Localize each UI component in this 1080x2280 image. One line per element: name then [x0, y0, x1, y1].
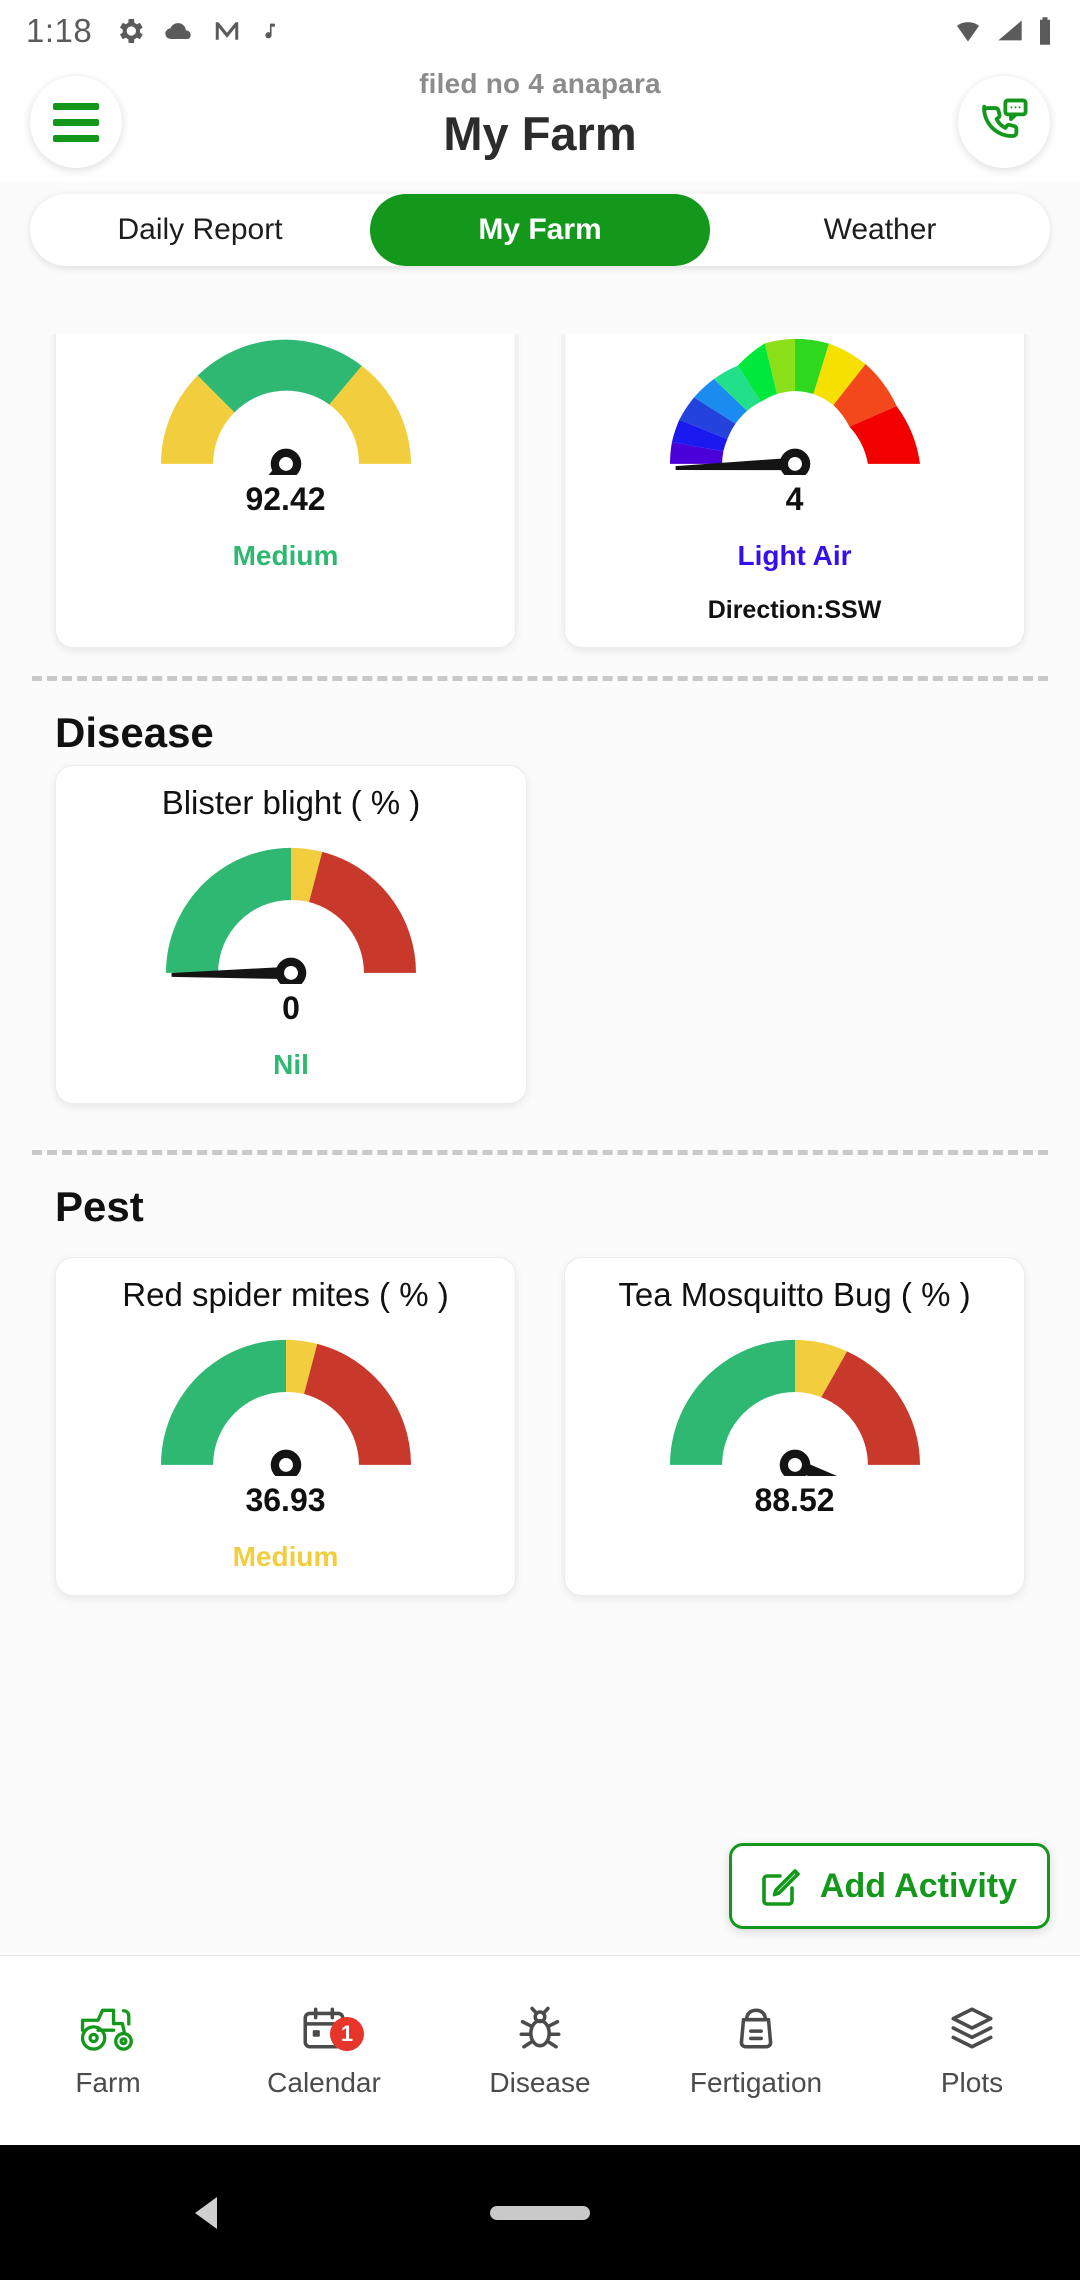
gauge-air-pressure	[160, 339, 411, 475]
nav-item-calendar[interactable]: 1 Calendar	[216, 2003, 432, 2099]
fertilizer-bag-icon	[739, 2008, 773, 2049]
gmail-icon	[215, 22, 239, 40]
back-chevron-icon[interactable]	[195, 2196, 217, 2229]
support-call-button[interactable]	[958, 76, 1050, 168]
nav-item-fertigation[interactable]: Fertigation	[648, 2003, 864, 2099]
status-bar: 1:18	[0, 0, 1080, 62]
gauge-wind-speed	[669, 338, 920, 475]
header-subtitle: filed no 4 anapara	[419, 68, 661, 99]
hamburger-menu-button[interactable]	[30, 76, 122, 168]
nav-item-farm[interactable]: Farm	[0, 2003, 216, 2099]
gauge-value: 36.93	[245, 1482, 326, 1518]
edit-pencil-icon	[762, 1869, 800, 1906]
wifi-icon	[956, 22, 980, 42]
home-pill-icon[interactable]	[490, 2205, 590, 2220]
tab-bar: Daily Report My Farm Weather	[30, 194, 1050, 266]
card-red-spider-mites[interactable]: Red spider mites ( % ) 36.93 Medium	[55, 1257, 516, 1596]
header-titles: filed no 4 anapara My Farm	[0, 68, 1080, 161]
tab-my-farm[interactable]: My Farm	[370, 194, 710, 266]
cloud-icon	[165, 23, 191, 40]
wind-direction: Direction:SSW	[707, 596, 882, 624]
layers-icon	[951, 2006, 993, 2049]
disease-card-row: Blister blight ( % ) 0 Nil	[0, 765, 1080, 1104]
gauge-status: Light Air	[737, 540, 852, 571]
card-title: Blister blight ( % )	[161, 784, 421, 821]
calendar-badge: 1	[330, 2016, 364, 2051]
nav-label: Fertigation	[689, 2066, 823, 2098]
app-header: filed no 4 anapara My Farm	[0, 62, 1080, 182]
hamburger-menu-icon	[53, 102, 99, 142]
tab-bar-wrapper: Daily Report My Farm Weather	[0, 182, 1080, 266]
card-title: Red spider mites ( % )	[122, 1276, 449, 1313]
card-tea-mosquitto-bug[interactable]: Tea Mosquitto Bug ( % ) 88.52	[564, 1257, 1025, 1596]
card-title: Tea Mosquitto Bug ( % )	[618, 1276, 971, 1313]
music-note-icon	[265, 23, 276, 39]
gauge-value: 92.42	[245, 481, 326, 517]
nav-label: Farm	[75, 2066, 141, 2098]
android-navigation-bar	[0, 2145, 1080, 2280]
add-activity-label: Add Activity	[819, 1866, 1017, 1905]
gauge-value: 4	[785, 481, 804, 517]
phone-chat-icon	[982, 98, 1028, 138]
bottom-navigation-bar: Farm 1 Calendar Disease Fertigation Plot…	[0, 1955, 1080, 2145]
tab-weather[interactable]: Weather	[710, 194, 1050, 266]
pest-card-row: Red spider mites ( % ) 36.93 Medium Tea …	[0, 1257, 1080, 1596]
card-wind-speed[interactable]: Wind Speed ( kmph )	[564, 334, 1025, 648]
card-air-pressure[interactable]: Air Pressure ( kPa ) 92.42 Medium	[55, 334, 516, 648]
gauge-tea-mosquitto-bug	[669, 1339, 920, 1476]
main-content-scroll[interactable]: Air Pressure ( kPa ) 92.42 Medium Wind S…	[0, 334, 1080, 1955]
status-bar-system-icons	[952, 16, 1054, 46]
gauge-value: 0	[282, 990, 300, 1026]
app-screen: 1:18 filed no 4 anapara My Farm Daily Re…	[0, 0, 1080, 2280]
gear-icon	[120, 19, 143, 43]
battery-icon	[1040, 17, 1050, 45]
gauge-red-spider-mites	[160, 1339, 411, 1476]
status-bar-notification-icons	[114, 15, 280, 47]
gauge-status: Medium	[232, 1541, 339, 1572]
gauge-blister-blight	[166, 847, 416, 984]
page-title: My Farm	[443, 107, 637, 160]
tractor-icon	[80, 2008, 133, 2051]
gauge-status: Medium	[232, 540, 339, 571]
section-title-pest: Pest	[55, 1183, 144, 1230]
bug-icon	[519, 2006, 561, 2049]
nav-label: Plots	[940, 2066, 1004, 2098]
signal-icon	[998, 20, 1022, 41]
nav-item-disease[interactable]: Disease	[432, 2003, 648, 2099]
nav-label: Calendar	[267, 2066, 381, 2098]
nav-label: Disease	[489, 2066, 591, 2098]
weather-card-row: Air Pressure ( kPa ) 92.42 Medium Wind S…	[0, 334, 1080, 648]
tab-daily-report[interactable]: Daily Report	[30, 194, 370, 266]
nav-item-plots[interactable]: Plots	[864, 2003, 1080, 2099]
gauge-status: Nil	[273, 1049, 309, 1080]
section-title-disease: Disease	[55, 709, 214, 756]
add-activity-button[interactable]: Add Activity	[728, 1843, 1050, 1929]
status-bar-clock: 1:18	[26, 12, 93, 49]
card-blister-blight[interactable]: Blister blight ( % ) 0 Nil	[55, 765, 527, 1104]
gauge-value: 88.52	[754, 1482, 835, 1518]
